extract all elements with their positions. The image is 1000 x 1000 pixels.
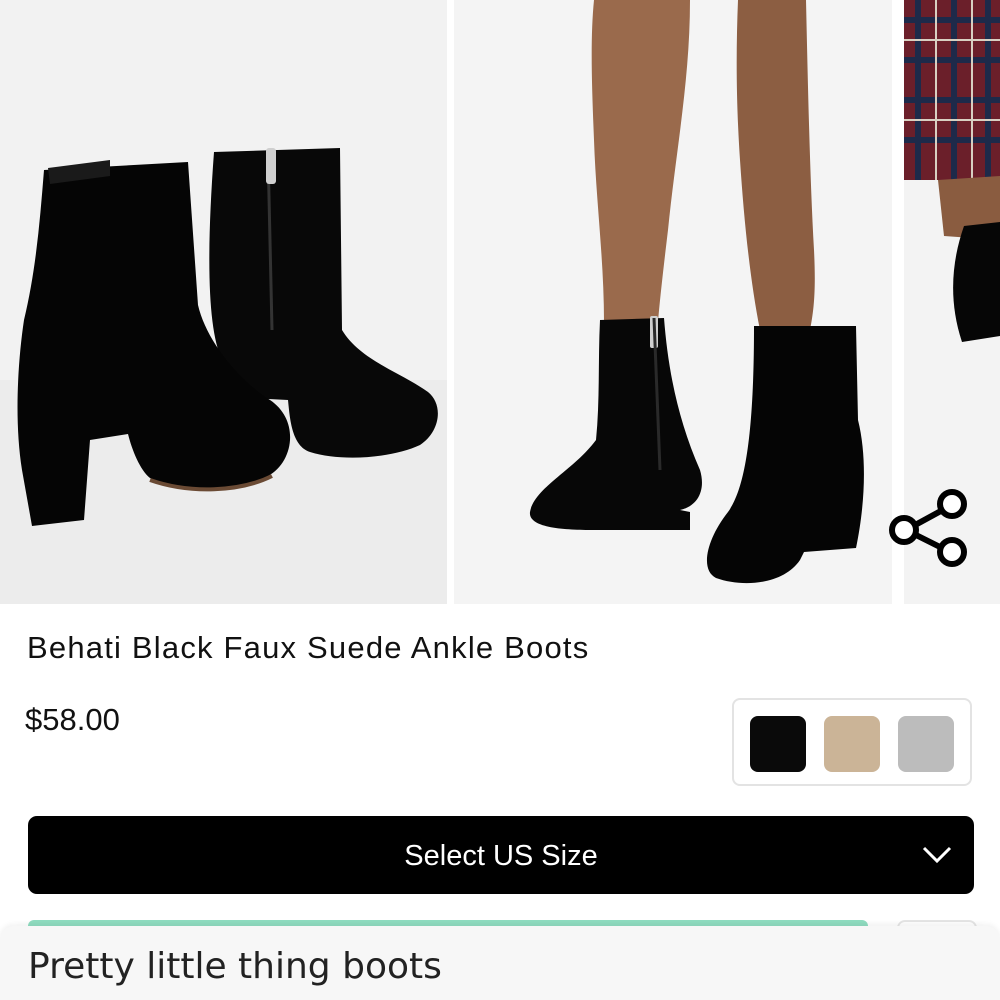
- boots-pair-photo[interactable]: [0, 0, 447, 604]
- size-select-button[interactable]: Select US Size: [28, 816, 974, 894]
- caption-panel: Pretty little thing boots: [0, 926, 1000, 1000]
- product-title: Behati Black Faux Suede Ankle Boots: [27, 630, 590, 665]
- swatch-black[interactable]: [750, 716, 806, 772]
- swatch-tan[interactable]: [824, 716, 880, 772]
- listing-caption: Pretty little thing boots: [28, 946, 442, 987]
- product-image-gallery[interactable]: [0, 0, 1000, 604]
- swatch-grey[interactable]: [898, 716, 954, 772]
- chevron-down-icon: [922, 846, 952, 864]
- share-icon[interactable]: [884, 488, 970, 568]
- size-select-label: Select US Size: [404, 840, 598, 872]
- product-price: $58.00: [25, 702, 120, 737]
- color-swatches: [732, 698, 972, 786]
- model-legs-photo[interactable]: [454, 0, 892, 604]
